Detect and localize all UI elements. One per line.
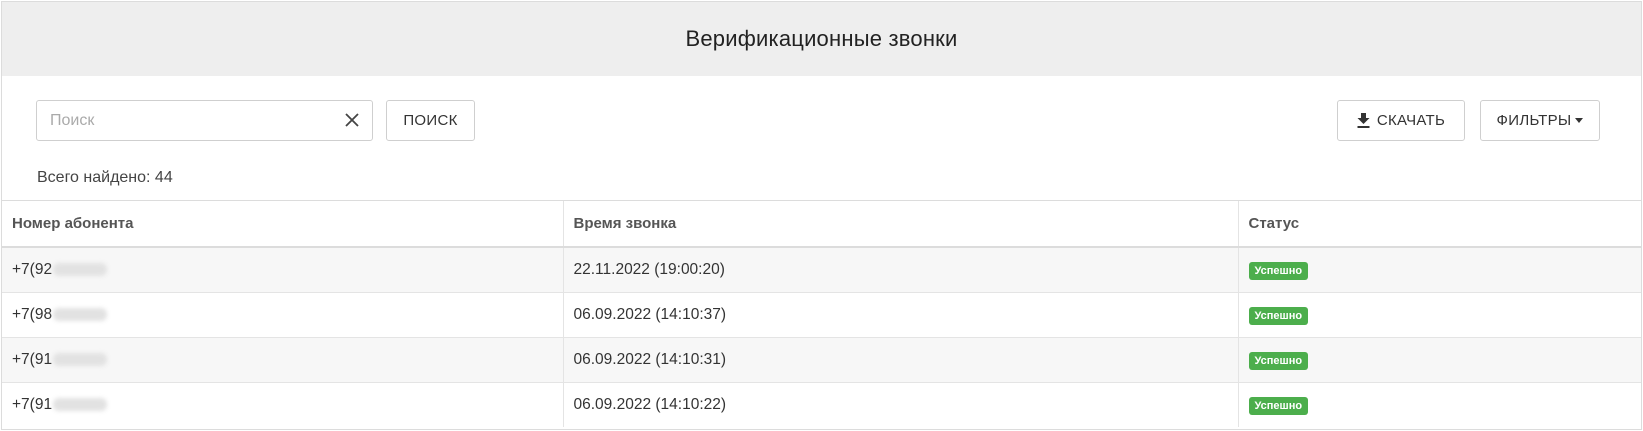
phone-cell: +7(91 <box>2 382 563 427</box>
calls-panel: Верификационные звонки ПОИСК СКАЧАТЬ <box>1 1 1642 430</box>
caret-down-icon <box>1575 118 1584 123</box>
page-title: Верификационные звонки <box>685 26 958 51</box>
phone-redacted <box>53 398 108 412</box>
table-row[interactable]: +7(98 06.09.2022 (14:10:37) Успешно <box>2 292 1641 338</box>
table-header-row: Номер абонента Время звонка Статус <box>2 200 1641 248</box>
status-badge: Успешно <box>1248 306 1309 325</box>
status-badge: Успешно <box>1248 261 1309 280</box>
time-cell: 06.09.2022 (14:10:37) <box>562 292 1238 338</box>
phone-number: +7(91 <box>12 351 53 368</box>
toolbar: ПОИСК СКАЧАТЬ ФИЛЬТРЫ Всего найдено: 44 <box>2 76 1641 200</box>
phone-cell: +7(91 <box>2 337 563 383</box>
table-row[interactable]: +7(91 06.09.2022 (14:10:22) Успешно <box>2 382 1641 427</box>
search-input[interactable] <box>48 101 342 140</box>
status-cell: Успешно <box>1237 292 1641 338</box>
phone-redacted <box>53 308 108 322</box>
phone-number: +7(91 <box>12 396 53 413</box>
filters-button[interactable]: ФИЛЬТРЫ <box>1480 100 1600 141</box>
search-box <box>36 100 373 141</box>
time-cell: 06.09.2022 (14:10:22) <box>562 382 1238 427</box>
table-row[interactable]: +7(91 06.09.2022 (14:10:31) Успешно <box>2 337 1641 383</box>
phone-redacted <box>53 263 108 277</box>
column-header-phone[interactable]: Номер абонента <box>2 200 563 248</box>
download-icon <box>1357 113 1370 128</box>
column-header-status[interactable]: Статус <box>1237 200 1641 248</box>
table-row[interactable]: +7(92 22.11.2022 (19:00:20) Успешно <box>2 246 1641 293</box>
status-badge: Успешно <box>1248 351 1309 370</box>
download-button-label: СКАЧАТЬ <box>1376 112 1446 129</box>
search-button[interactable]: ПОИСК <box>386 100 475 141</box>
status-cell: Успешно <box>1237 246 1641 293</box>
download-button[interactable]: СКАЧАТЬ <box>1337 100 1465 141</box>
phone-cell: +7(92 <box>2 246 563 293</box>
search-button-label: ПОИСК <box>403 112 458 129</box>
status-cell: Успешно <box>1237 382 1641 427</box>
phone-number: +7(92 <box>12 261 53 278</box>
time-cell: 06.09.2022 (14:10:31) <box>562 337 1238 383</box>
status-cell: Успешно <box>1237 337 1641 383</box>
close-icon[interactable] <box>342 110 362 130</box>
filters-button-label: ФИЛЬТРЫ <box>1496 112 1572 129</box>
time-cell: 22.11.2022 (19:00:20) <box>562 246 1238 293</box>
phone-redacted <box>53 353 108 367</box>
column-header-time[interactable]: Время звонка <box>562 200 1238 248</box>
status-badge: Успешно <box>1248 396 1309 415</box>
phone-cell: +7(98 <box>2 292 563 338</box>
page-header: Верификационные звонки <box>2 2 1641 76</box>
total-count: Всего найдено: 44 <box>37 169 173 186</box>
phone-number: +7(98 <box>12 306 53 323</box>
calls-table: Номер абонента Время звонка Статус +7(92… <box>2 200 1641 427</box>
